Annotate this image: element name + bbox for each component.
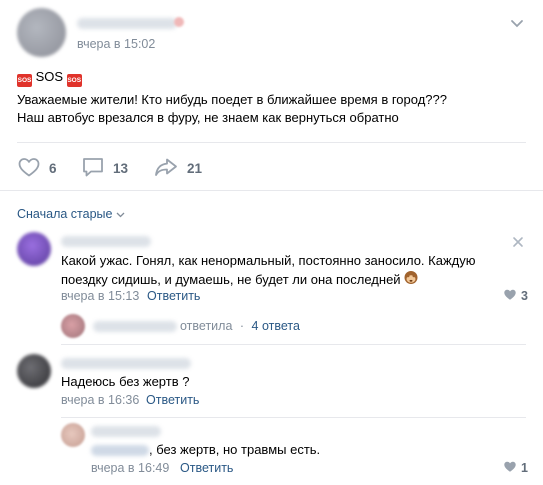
comments-sort-label: Сначала старые bbox=[17, 207, 113, 221]
comment-author-name[interactable] bbox=[61, 236, 151, 247]
comment-like-count: 3 bbox=[521, 289, 528, 303]
reply-button[interactable]: Ответить bbox=[147, 289, 200, 303]
reply-avatar[interactable] bbox=[61, 423, 85, 447]
like-count: 6 bbox=[49, 161, 57, 176]
verified-badge-icon bbox=[174, 17, 184, 27]
comment-author-name[interactable] bbox=[61, 358, 191, 369]
post-text-line-1: Уважаемые жители! Кто нибудь поедет в бл… bbox=[17, 92, 447, 107]
comment-text-line-2: поездку сидишь, и думаешь, не будет ли о… bbox=[61, 269, 419, 290]
share-count: 21 bbox=[187, 161, 203, 176]
comment-icon bbox=[81, 156, 105, 181]
comment-text: Надеюсь без жертв ? bbox=[61, 374, 190, 389]
monkey-emoji-icon bbox=[403, 269, 419, 290]
reply-like-count: 1 bbox=[521, 461, 528, 475]
heart-icon bbox=[17, 156, 41, 181]
post-tag-line: SOS SOS SOS bbox=[17, 68, 82, 87]
post-menu-chevron-icon[interactable] bbox=[509, 18, 525, 30]
post-timestamp[interactable]: вчера в 15:02 bbox=[77, 37, 155, 51]
comments-sort-dropdown[interactable]: Сначала старые bbox=[17, 207, 125, 221]
post-text-line-2: Наш автобус врезался в фуру, не знаем ка… bbox=[17, 110, 399, 125]
thread-separator: · bbox=[239, 319, 245, 333]
comment-avatar[interactable] bbox=[17, 354, 51, 388]
share-button[interactable]: 21 bbox=[153, 156, 202, 181]
sos-icon: SOS bbox=[66, 74, 82, 87]
reply-timestamp[interactable]: вчера в 16:49 bbox=[91, 461, 169, 475]
heart-icon bbox=[503, 460, 517, 476]
reply-text: , без жертв, но травмы есть. bbox=[91, 441, 320, 459]
comment-button[interactable]: 13 bbox=[81, 156, 128, 181]
close-icon[interactable] bbox=[512, 236, 524, 248]
show-replies-link[interactable]: 4 ответа bbox=[252, 319, 300, 333]
comment-count: 13 bbox=[113, 161, 129, 176]
reply-like-button[interactable]: 1 bbox=[503, 460, 528, 476]
post-author-avatar[interactable] bbox=[17, 8, 66, 57]
mentioned-user-name[interactable] bbox=[91, 444, 149, 456]
comment-divider bbox=[61, 417, 526, 418]
sos-icon: SOS bbox=[17, 74, 32, 87]
comment-timestamp[interactable]: вчера в 16:36 bbox=[61, 393, 139, 407]
comment-like-button[interactable]: 3 bbox=[503, 288, 528, 304]
comment-timestamp[interactable]: вчера в 15:13 bbox=[61, 289, 139, 303]
chevron-down-icon bbox=[116, 207, 125, 221]
post-author-name[interactable] bbox=[77, 18, 177, 29]
reply-preview-avatar[interactable] bbox=[61, 314, 85, 338]
reply-preview-author-name[interactable] bbox=[93, 321, 177, 332]
thread-action-label: ответила bbox=[180, 319, 233, 333]
actions-divider bbox=[0, 190, 543, 191]
heart-icon bbox=[503, 288, 517, 304]
post-divider bbox=[17, 142, 526, 143]
post-tag-label: SOS bbox=[35, 69, 64, 84]
thread-preview[interactable]: ответила · 4 ответа bbox=[180, 319, 300, 333]
comment-divider bbox=[61, 344, 526, 345]
comment-text-line-1: Какой ужас. Гонял, как ненормальный, пос… bbox=[61, 253, 476, 268]
reply-author-name[interactable] bbox=[91, 426, 161, 437]
reply-button[interactable]: Ответить bbox=[146, 393, 199, 407]
share-arrow-icon bbox=[153, 156, 179, 181]
like-button[interactable]: 6 bbox=[17, 156, 57, 181]
reply-button[interactable]: Ответить bbox=[180, 461, 233, 475]
comment-avatar[interactable] bbox=[17, 232, 51, 266]
